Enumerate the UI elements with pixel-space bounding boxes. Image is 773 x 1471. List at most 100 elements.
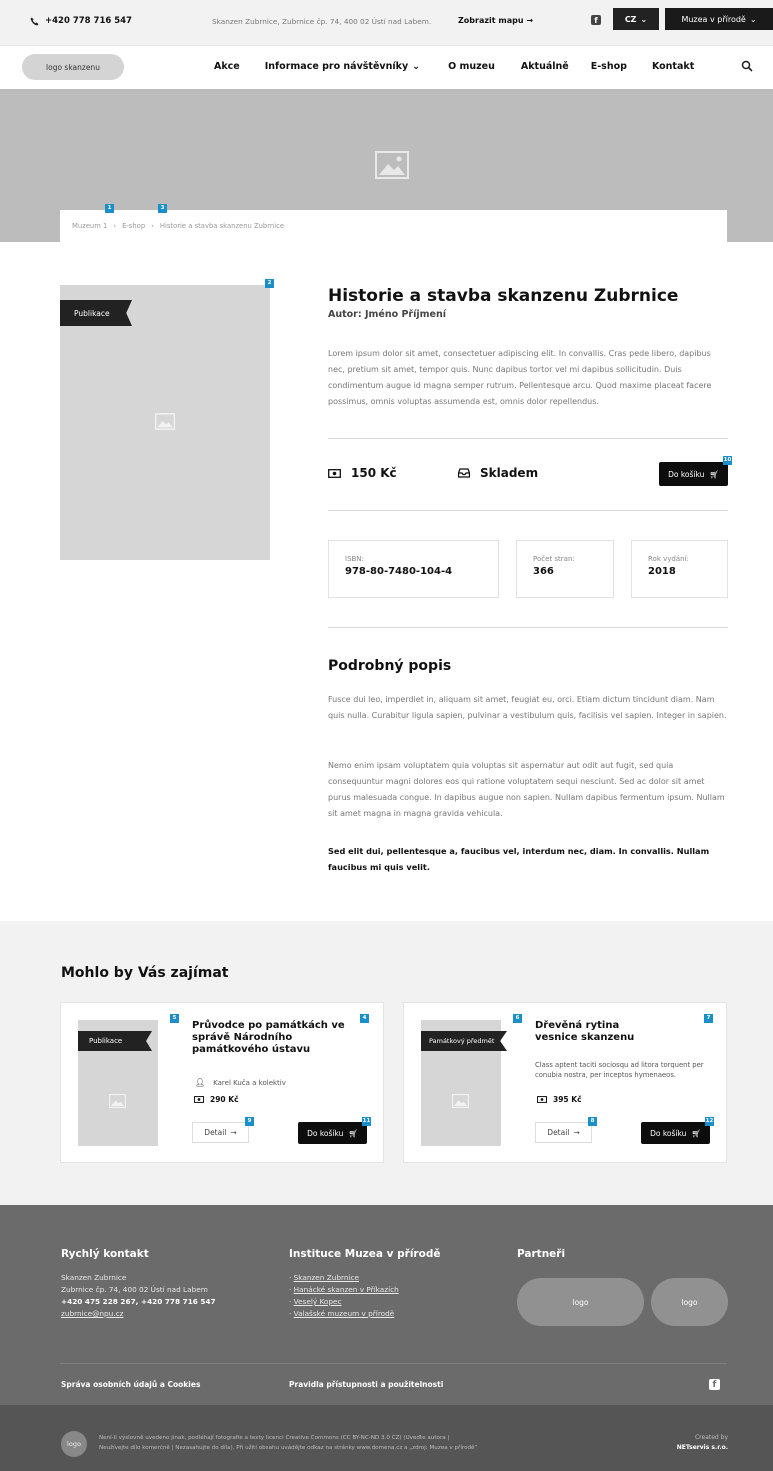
- breadcrumb-item[interactable]: Muzeum 1: [72, 222, 107, 230]
- footer-institution-link[interactable]: Skanzen Zubrnice: [294, 1273, 359, 1282]
- footer-partners-heading: Partneři: [517, 1248, 566, 1260]
- product-title: Historie a stavba skanzenu Zubrnice: [328, 286, 679, 306]
- accessibility-link[interactable]: Pravidla přístupnosti a použitelnosti: [289, 1380, 443, 1389]
- museums-menu[interactable]: Muzea v přírodě ⌄: [665, 8, 773, 30]
- user-icon: 👤︎: [195, 1078, 206, 1087]
- annotation-badge: 12: [705, 1117, 714, 1126]
- isbn-box: ISBN: 978-80-7480-104-4: [328, 540, 499, 598]
- inbox-icon: [458, 468, 470, 478]
- chevron-right-icon: ›: [151, 222, 154, 230]
- product-intro: Lorem ipsum dolor sit amet, consectetuer…: [328, 349, 712, 406]
- main-nav: Akce Informace pro návštěvníky ⌄ O muzeu …: [214, 61, 694, 72]
- annotation-badge: 11: [362, 1117, 371, 1126]
- year-box: Rok vydání: 2018: [631, 540, 728, 598]
- add-to-cart-button[interactable]: Do košíku 🛒︎: [659, 462, 728, 486]
- image-placeholder-icon: [155, 413, 175, 430]
- divider: [328, 627, 728, 628]
- facebook-icon[interactable]: f: [591, 15, 601, 25]
- card-price: 395 Kč: [537, 1095, 582, 1104]
- nav-item-informace[interactable]: Informace pro návštěvníky ⌄: [265, 61, 420, 72]
- footer-institutions-heading: Instituce Muzea v přírodě: [289, 1248, 441, 1260]
- chevron-down-icon: ⌄: [412, 61, 421, 72]
- category-ribbon: Publikace: [78, 1031, 152, 1051]
- category-ribbon: Památkový předmět: [421, 1031, 507, 1051]
- breadcrumb: Muzeum 1 › E-shop › Historie a stavba sk…: [60, 210, 727, 242]
- detail-paragraph: Nemo enim ipsam voluptatem quia voluptas…: [328, 761, 725, 818]
- show-map-link[interactable]: Zobrazit mapu →: [458, 16, 533, 25]
- divider: [328, 510, 728, 511]
- product-image: Publikace: [60, 285, 270, 560]
- agency-link[interactable]: NETservis s.r.o.: [677, 1443, 728, 1453]
- arrow-right-icon: →: [230, 1128, 237, 1137]
- stock-status: Skladem: [458, 466, 538, 480]
- detail-button[interactable]: Detail →: [535, 1122, 592, 1143]
- partner-logo[interactable]: logo: [517, 1278, 644, 1326]
- card-author: 👤︎ Karel Kuča a kolektiv: [195, 1078, 286, 1087]
- nav-item-akce[interactable]: Akce: [214, 61, 240, 72]
- cart-icon: 🛒︎: [691, 1128, 701, 1138]
- annotation-badge: 7: [704, 1014, 713, 1023]
- add-to-cart-button[interactable]: Do košíku 🛒︎: [298, 1122, 367, 1144]
- isbn-value: 978-80-7480-104-4: [345, 566, 453, 577]
- annotation-badge: 2: [265, 279, 274, 288]
- image-placeholder-icon: [375, 151, 409, 179]
- footer-institution-link[interactable]: Valašské muzeum v přírodě: [294, 1309, 395, 1318]
- product-author: Autor: Jméno Příjmení: [328, 309, 446, 320]
- annotation-badge: 4: [360, 1014, 369, 1023]
- chevron-down-icon: ⌄: [749, 14, 757, 24]
- card-description: Class aptent taciti sociosqu ad litora t…: [535, 1061, 704, 1079]
- card-price: 290 Kč: [194, 1095, 239, 1104]
- money-icon: [194, 1096, 204, 1103]
- footer-email-link[interactable]: zubrnice@npu.cz: [61, 1308, 216, 1320]
- top-phone[interactable]: +420 778 716 547: [30, 16, 132, 26]
- footer-contact: Skanzen Zubrnice Zubrnice čp. 74, 400 02…: [61, 1273, 216, 1320]
- pages-value: 366: [533, 566, 554, 577]
- cart-icon: 🛒︎: [709, 469, 719, 479]
- phone-icon: [30, 16, 39, 26]
- footer-institution-link[interactable]: Veselý Kopec: [294, 1297, 342, 1306]
- divider: [328, 438, 728, 439]
- detail-button[interactable]: Detail →: [192, 1122, 249, 1143]
- add-to-cart-button[interactable]: Do košíku 🛒︎: [641, 1122, 710, 1144]
- nav-item-o-muzeu[interactable]: O muzeu: [448, 61, 495, 72]
- chevron-down-icon: ⌄: [640, 14, 648, 24]
- facebook-icon[interactable]: f: [709, 1379, 720, 1390]
- breadcrumb-current: Historie a stavba skanzenu Zubrnice: [159, 222, 285, 230]
- partner-logo[interactable]: logo: [651, 1278, 728, 1326]
- annotation-badge: 1: [105, 204, 114, 213]
- image-placeholder-icon: [109, 1094, 126, 1108]
- privacy-link[interactable]: Správa osobních údajů a Cookies: [61, 1380, 200, 1389]
- card-image[interactable]: Památkový předmět: [421, 1020, 507, 1146]
- card-image[interactable]: Publikace: [78, 1020, 158, 1146]
- money-icon: [328, 468, 341, 478]
- annotation-badge: 8: [588, 1117, 597, 1126]
- footer-contact-heading: Rychlý kontakt: [61, 1248, 149, 1260]
- detail-heading: Podrobný popis: [328, 658, 452, 674]
- footer-logo[interactable]: logo: [61, 1431, 87, 1457]
- footer-institutions-list: · Skanzen Zubrnice · Hanácké skanzen v P…: [289, 1273, 399, 1318]
- annotation-badge: 6: [513, 1014, 522, 1023]
- footer-divider: [60, 1363, 727, 1364]
- phone-number: +420 778 716 547: [45, 16, 132, 26]
- annotation-badge: 9: [245, 1117, 254, 1126]
- card-title[interactable]: Průvodce po památkách ve správě Národníh…: [192, 1020, 367, 1056]
- footer-institution-link[interactable]: Hanácké skanzen v Příkazích: [294, 1285, 399, 1294]
- chevron-right-icon: ›: [113, 222, 117, 230]
- created-by: Created by NETservis s.r.o.: [676, 1434, 728, 1453]
- top-address: Skanzen Zubrnice, Zubrnice čp. 74, 400 0…: [212, 17, 432, 26]
- annotation-badge: 5: [170, 1014, 179, 1023]
- nav-item-aktualne[interactable]: Aktuálně: [521, 61, 569, 72]
- arrow-right-icon: →: [526, 16, 534, 25]
- site-logo[interactable]: logo skanzenu: [22, 54, 124, 80]
- nav-item-kontakt[interactable]: Kontakt: [652, 61, 694, 72]
- image-placeholder-icon: [452, 1094, 469, 1108]
- related-card: Památkový předmět Dřevěná rytina vesnice…: [403, 1002, 727, 1163]
- language-select[interactable]: CZ ⌄: [613, 8, 659, 30]
- search-icon[interactable]: [741, 60, 753, 72]
- card-title[interactable]: Dřevěná rytina vesnice skanzenu: [535, 1020, 645, 1044]
- nav-item-eshop[interactable]: E-shop: [591, 61, 627, 72]
- pages-box: Počet stran: 366: [516, 540, 614, 598]
- annotation-badge: 10: [723, 456, 732, 465]
- cart-icon: 🛒︎: [348, 1128, 358, 1138]
- breadcrumb-item[interactable]: E-shop: [122, 222, 145, 230]
